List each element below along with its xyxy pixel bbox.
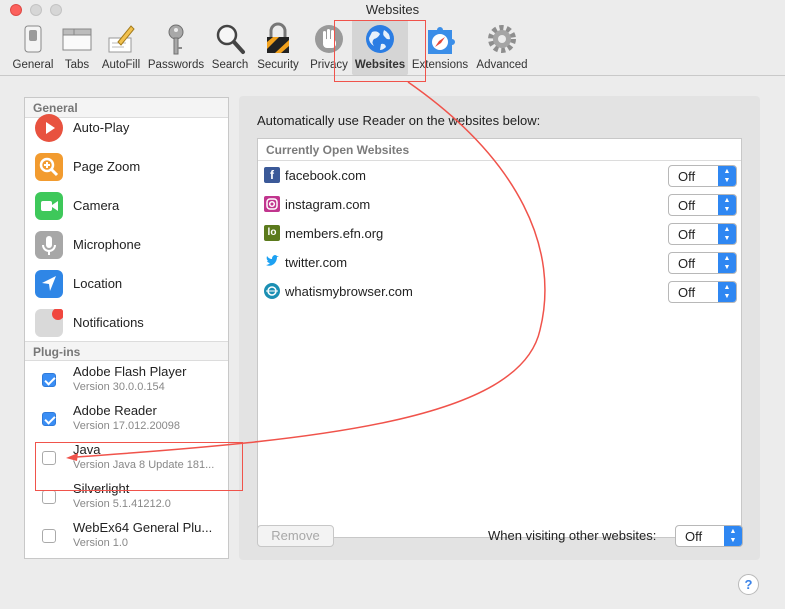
plugin-enable-checkbox[interactable] — [42, 373, 56, 387]
plugin-row-adobe-flash-player[interactable]: Adobe Flash Player Version 30.0.0.154 — [25, 361, 228, 400]
title-bar: Websites — [0, 0, 785, 20]
tabs-icon — [60, 22, 94, 56]
other-websites-label: When visiting other websites: — [488, 528, 657, 543]
list-header: Currently Open Websites — [258, 139, 741, 161]
updown-chevron-icon: ▲ ▼ — [718, 282, 736, 302]
puzzle-compass-icon — [423, 22, 457, 56]
tab-passwords[interactable]: Passwords — [146, 20, 206, 75]
notifications-icon — [35, 308, 64, 337]
key-icon — [159, 22, 193, 56]
magnifier-icon — [213, 22, 247, 56]
site-row-twitter: twitter.com Off ▲ ▼ — [258, 248, 741, 277]
site-setting-popup[interactable]: Off ▲ ▼ — [668, 252, 737, 274]
play-icon — [35, 114, 63, 142]
plugin-row-adobe-reader[interactable]: Adobe Reader Version 17.012.20098 — [25, 400, 228, 439]
updown-chevron-icon: ▲ ▼ — [718, 224, 736, 244]
site-row-members-efn: lo members.efn.org Off ▲ ▼ — [258, 219, 741, 248]
gear-icon — [485, 22, 519, 56]
zoom-window-button[interactable] — [50, 4, 62, 16]
efn-icon: lo — [264, 225, 280, 241]
websites-list: Currently Open Websites f facebook.com O… — [257, 138, 742, 538]
sidebar-item-camera[interactable]: Camera — [25, 187, 228, 226]
sidebar-item-auto-play[interactable]: Auto-Play — [25, 109, 228, 148]
sidebar-item-page-zoom[interactable]: Page Zoom — [25, 148, 228, 187]
tab-autofill[interactable]: AutoFill — [98, 20, 144, 75]
autofill-pencil-icon — [104, 22, 138, 56]
facebook-icon: f — [264, 167, 280, 183]
zoom-icon — [35, 153, 63, 181]
updown-chevron-icon: ▲ ▼ — [718, 253, 736, 273]
panel-description: Automatically use Reader on the websites… — [257, 113, 541, 128]
window-title: Websites — [365, 2, 420, 17]
help-button[interactable]: ? — [738, 574, 759, 595]
remove-button[interactable]: Remove — [257, 525, 334, 547]
tab-advanced[interactable]: Advanced — [474, 20, 530, 75]
minimize-window-button[interactable] — [30, 4, 42, 16]
plugin-enable-checkbox[interactable] — [42, 412, 56, 426]
site-row-facebook: f facebook.com Off ▲ ▼ — [258, 161, 741, 190]
close-window-button[interactable] — [10, 4, 22, 16]
site-row-whatismybrowser: whatismybrowser.com Off ▲ ▼ — [258, 277, 741, 306]
annotation-highlight-java — [35, 442, 243, 491]
tab-search[interactable]: Search — [208, 20, 252, 75]
sidebar-item-microphone[interactable]: Microphone — [25, 226, 228, 265]
site-setting-popup[interactable]: Off ▲ ▼ — [668, 194, 737, 216]
camera-icon — [35, 192, 63, 220]
updown-chevron-icon: ▲ ▼ — [718, 195, 736, 215]
twitter-icon — [264, 254, 280, 270]
instagram-icon — [264, 196, 280, 212]
safari-preferences-window: Websites General Tabs AutoFill Passwords — [0, 0, 785, 609]
site-setting-popup[interactable]: Off ▲ ▼ — [668, 165, 737, 187]
microphone-icon — [35, 231, 63, 259]
tab-general[interactable]: General — [6, 20, 60, 75]
site-row-instagram: instagram.com Off ▲ ▼ — [258, 190, 741, 219]
plugin-enable-checkbox[interactable] — [42, 529, 56, 543]
site-setting-popup[interactable]: Off ▲ ▼ — [668, 281, 737, 303]
sidebar-item-location[interactable]: Location — [25, 265, 228, 304]
plugins-section-header: Plug-ins — [25, 341, 228, 361]
plugin-enable-checkbox[interactable] — [42, 490, 56, 504]
whatismybrowser-icon — [264, 283, 280, 299]
plugin-row-webex64[interactable]: WebEx64 General Plu... Version 1.0 — [25, 517, 228, 556]
tab-security[interactable]: Security — [254, 20, 302, 75]
annotation-highlight-websites — [334, 20, 426, 82]
general-switch-icon — [16, 22, 50, 56]
site-setting-popup[interactable]: Off ▲ ▼ — [668, 223, 737, 245]
padlock-icon — [261, 22, 295, 56]
other-websites-popup[interactable]: Off ▲ ▼ — [675, 525, 743, 547]
updown-chevron-icon: ▲ ▼ — [724, 526, 742, 546]
reader-settings-panel: Automatically use Reader on the websites… — [239, 96, 760, 560]
sidebar-item-notifications[interactable]: Notifications — [25, 304, 228, 343]
tab-tabs[interactable]: Tabs — [60, 20, 94, 75]
updown-chevron-icon: ▲ ▼ — [718, 166, 736, 186]
location-arrow-icon — [35, 270, 63, 298]
